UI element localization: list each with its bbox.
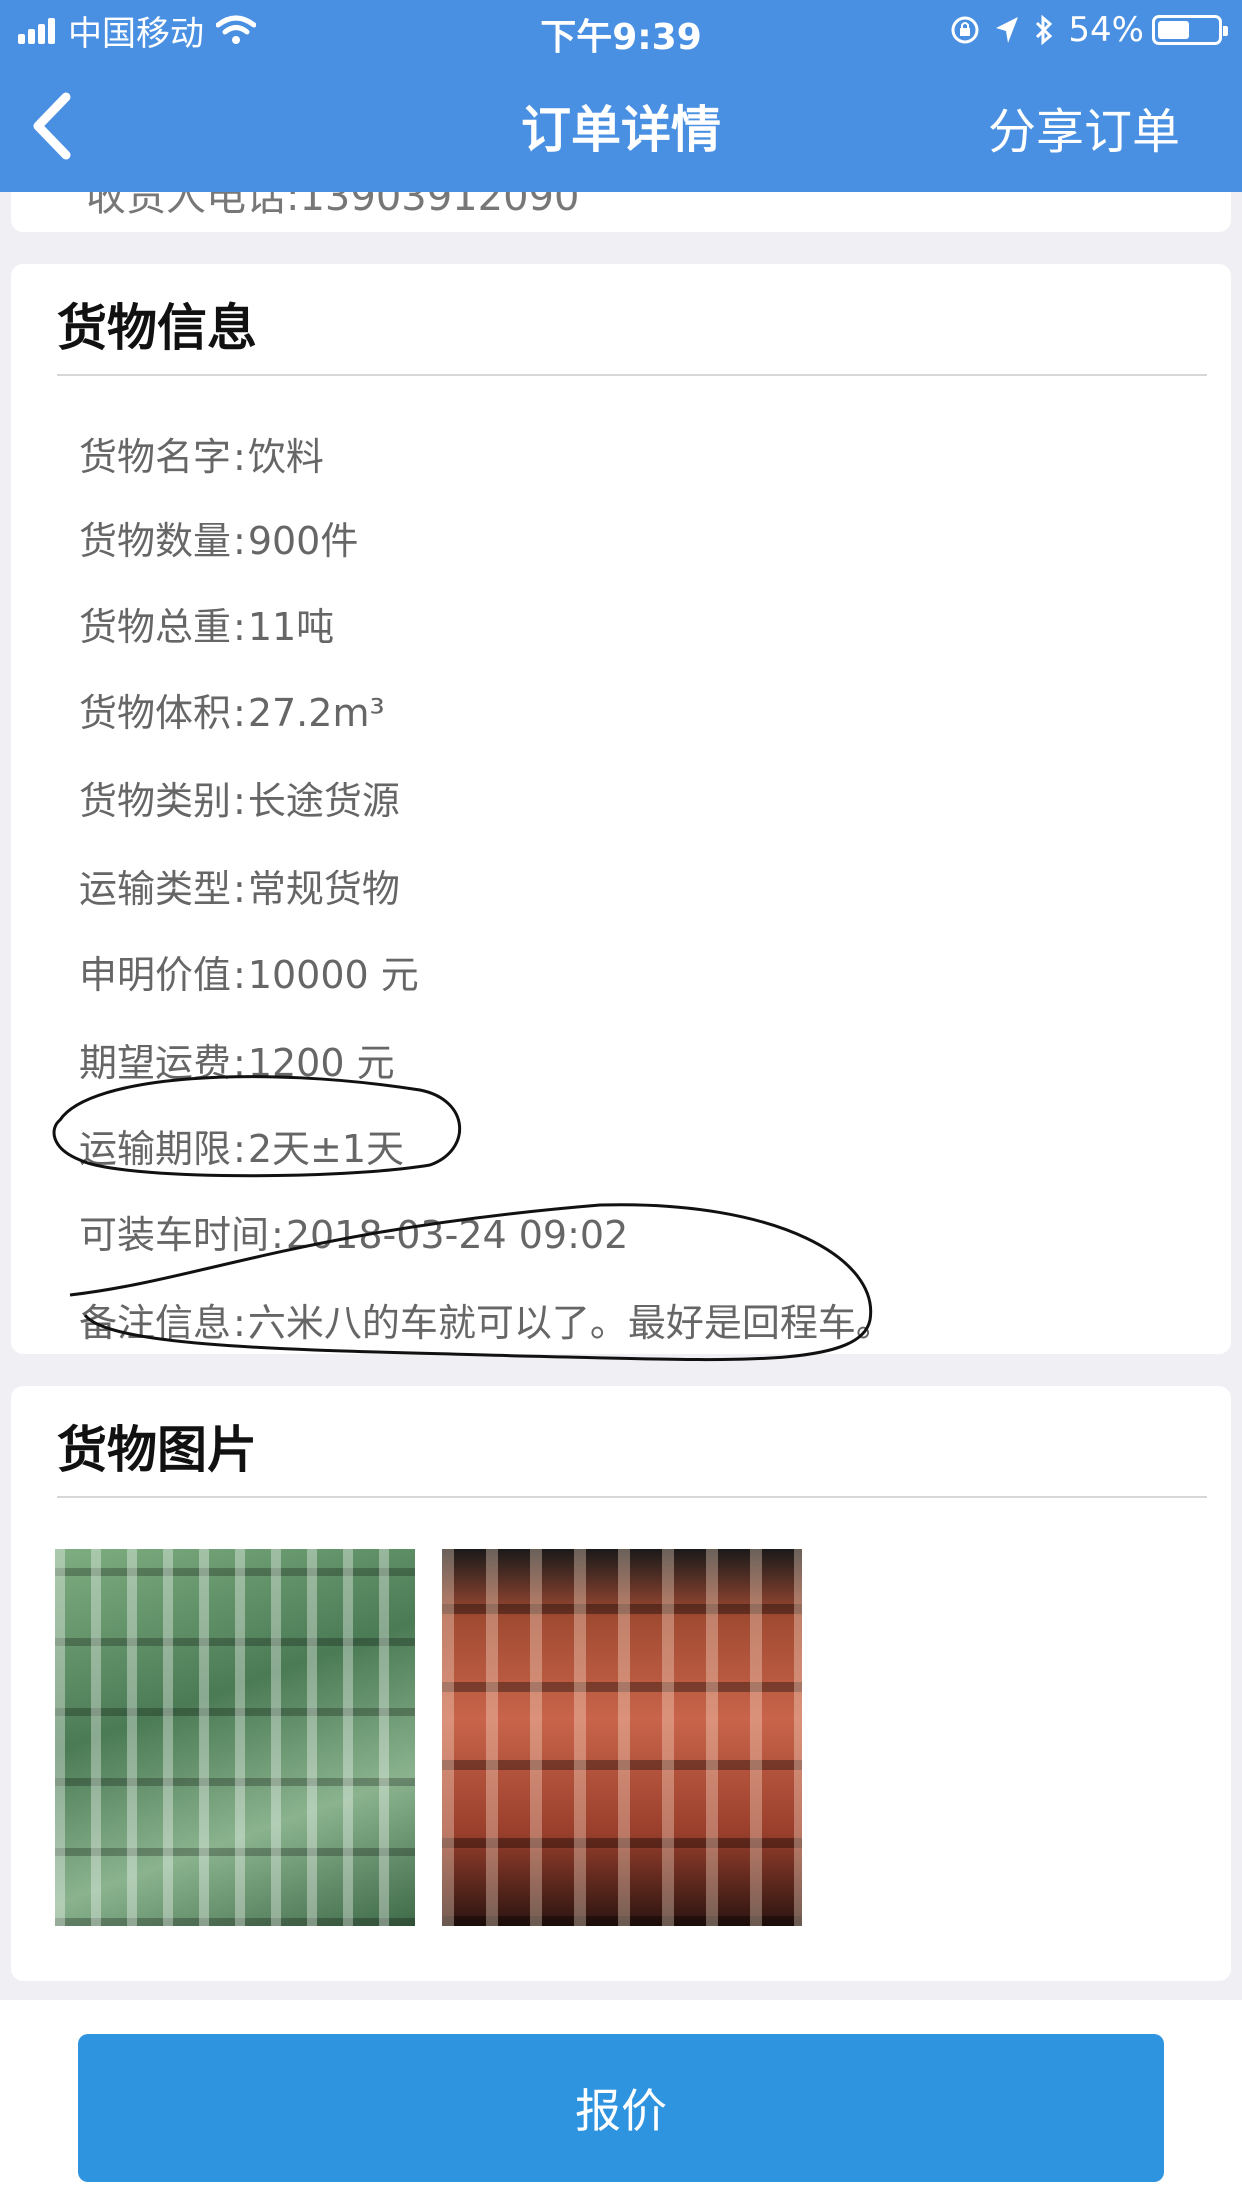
battery-percent: 54% — [1068, 10, 1144, 50]
cargo-info-card: 货物信息 货物名字:饮料 货物数量:900件 货物总重:11吨 货物体积:27.… — [11, 264, 1231, 1354]
quote-button[interactable]: 报价 — [78, 2034, 1164, 2182]
info-row-transport-period: 运输期限:2天±1天 — [79, 1127, 405, 1171]
cargo-photos-divider — [57, 1496, 1207, 1498]
info-row-expected-freight: 期望运费:1200 元 — [79, 1041, 395, 1085]
app-root: 中国移动 下午9:39 54% 订单详情 分享订单 收货人电话:13903912… — [0, 0, 1242, 2208]
battery-icon — [1152, 15, 1228, 45]
bluetooth-icon — [1036, 14, 1053, 46]
status-right: 54% — [950, 10, 1228, 50]
info-row-weight: 货物总重:11吨 — [79, 605, 335, 649]
info-row-declared-value: 申明价值:10000 元 — [79, 953, 419, 997]
header: 中国移动 下午9:39 54% 订单详情 分享订单 — [0, 0, 1242, 192]
info-row-volume: 货物体积:27.2m³ — [79, 691, 385, 735]
info-row-remarks: 备注信息:六米八的车就可以了。最好是回程车。 — [79, 1301, 894, 1345]
info-row-quantity: 货物数量:900件 — [79, 519, 359, 563]
cargo-photos-title: 货物图片 — [57, 1421, 257, 1479]
cargo-photos-card: 货物图片 — [11, 1386, 1231, 1981]
cargo-photo-red-bottles[interactable] — [442, 1549, 802, 1926]
info-row-transport-type: 运输类型:常规货物 — [79, 867, 400, 911]
info-row-category: 货物类别:长途货源 — [79, 779, 400, 823]
cargo-info-title: 货物信息 — [57, 299, 257, 357]
battery-cap — [1223, 26, 1228, 36]
info-row-loading-time: 可装车时间:2018-03-24 09:02 — [79, 1213, 629, 1257]
cargo-photo-green-bottles[interactable] — [55, 1549, 415, 1926]
rotation-lock-icon — [951, 16, 979, 44]
location-icon — [996, 17, 1019, 43]
info-row-name: 货物名字:饮料 — [79, 435, 324, 479]
cargo-info-divider — [57, 374, 1207, 376]
share-order-button[interactable]: 分享订单 — [988, 92, 1180, 162]
battery-fill — [1158, 21, 1189, 39]
status-bar: 中国移动 下午9:39 54% — [0, 0, 1242, 60]
